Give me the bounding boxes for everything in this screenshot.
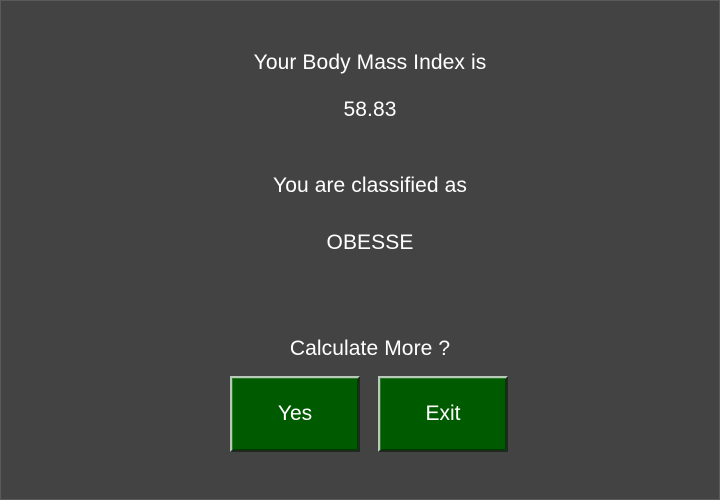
exit-button[interactable]: Exit	[378, 376, 508, 452]
bmi-heading: Your Body Mass Index is	[253, 51, 487, 74]
classification-value: OBESSE	[326, 231, 414, 254]
classification-heading: You are classified as	[273, 174, 467, 197]
yes-button[interactable]: Yes	[230, 376, 360, 452]
bmi-result-window: Your Body Mass Index is 58.83 You are cl…	[0, 0, 720, 500]
bmi-value: 58.83	[343, 98, 397, 121]
calculate-more-prompt: Calculate More ?	[289, 337, 451, 360]
